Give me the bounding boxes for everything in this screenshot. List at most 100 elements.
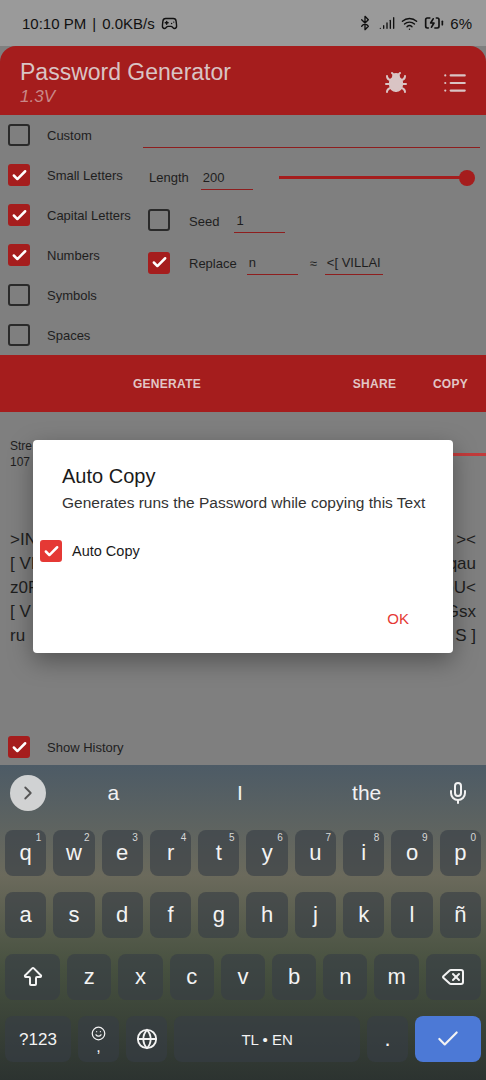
list-icon[interactable] [442,70,468,96]
key[interactable]: j [295,892,336,938]
key[interactable]: k [343,892,384,938]
key[interactable]: a [5,892,46,938]
app-title: Password Generator [20,58,231,86]
option-checkbox[interactable] [8,324,30,346]
key[interactable]: s [53,892,94,938]
option-row[interactable]: Spaces [0,315,143,355]
key-row: 1q2w3e4r5t6y7u8i9o0p [5,830,481,876]
key-hint: 9 [422,833,428,843]
show-history-row[interactable]: Show History [0,729,486,765]
option-checkbox[interactable] [8,244,30,266]
language-key[interactable] [126,1016,167,1062]
key[interactable]: h [246,892,287,938]
key[interactable]: l [391,892,432,938]
key[interactable]: d [102,892,143,938]
length-field[interactable]: 200 [201,166,253,190]
action-button[interactable]: COPY [415,355,486,412]
chevron-right-icon [17,782,39,804]
password-start: [ V [10,600,31,624]
length-label: Length [149,170,189,185]
toolbar-toggle[interactable] [10,775,46,811]
key[interactable]: 4r [150,830,191,876]
period-key[interactable]: . [367,1016,408,1062]
emoji-comma-key[interactable]: , [78,1016,119,1062]
auto-copy-checkbox[interactable] [40,540,62,562]
dialog-button[interactable]: OK [367,600,429,637]
show-history-checkbox[interactable] [8,736,30,758]
key[interactable]: z [67,954,111,1000]
space-key[interactable]: TL • EN [174,1016,359,1062]
app-bar: Password Generator1.3V [0,46,486,115]
seed-checkbox[interactable] [148,209,170,231]
mic-button[interactable] [430,781,486,805]
key[interactable]: 2w [53,830,94,876]
action-button[interactable]: SHARE [334,355,415,412]
password-start: ru [10,624,25,648]
length-slider[interactable] [279,176,467,179]
key[interactable]: 8i [343,830,384,876]
key[interactable]: b [272,954,316,1000]
option-row[interactable]: Symbols [0,275,143,315]
key[interactable]: x [118,954,162,1000]
option-checkbox[interactable] [8,204,30,226]
suggestion[interactable]: the [303,781,430,805]
key[interactable]: 3e [102,830,143,876]
replace-with-field[interactable]: <[ VILLAI [325,251,383,275]
symbols-key[interactable]: ?123 [5,1016,71,1062]
key[interactable]: ñ [440,892,481,938]
key[interactable]: m [374,954,418,1000]
slider-thumb[interactable] [459,170,475,186]
option-row[interactable]: Small Letters [0,155,143,195]
shift-key[interactable] [5,954,60,1000]
key[interactable]: 0p [440,830,481,876]
comma: , [96,1041,100,1053]
replace-checkbox[interactable] [148,252,170,274]
signal-icon [379,15,395,31]
custom-field[interactable] [143,124,480,148]
dialog-checkbox-row[interactable]: Auto Copy [40,540,429,562]
key[interactable]: 9o [391,830,432,876]
backspace-key[interactable] [426,954,481,1000]
dialog-actions: OK [62,600,429,637]
key-row: asdfghjklñ [5,892,481,938]
key[interactable]: 5t [198,830,239,876]
gamepad-icon [161,15,178,32]
replace-checkbox-wrap [148,252,170,275]
key-hint: 7 [326,833,332,843]
key[interactable]: n [323,954,367,1000]
options-form: CustomSmall LettersCapital Letters Number… [0,115,486,355]
replace-row: Replacen≈<[ VILLAI [143,242,486,284]
key[interactable]: v [221,954,265,1000]
option-checkbox[interactable] [8,124,30,146]
shift-icon [21,965,45,989]
key[interactable]: 7u [295,830,336,876]
option-checkbox[interactable] [8,164,30,186]
suggestion[interactable]: a [50,781,177,805]
action-button[interactable]: GENERATE [0,355,334,412]
seed-label: Seed [189,214,219,229]
slider-fill [279,176,467,179]
password-start: [ VI [10,552,36,576]
strength-text: Stre107 [10,438,32,470]
key[interactable]: 1q [5,830,46,876]
option-row[interactable]: Capital Letters [0,195,143,235]
separator: | [92,15,96,32]
enter-key[interactable] [415,1016,481,1062]
seed-field[interactable]: 1 [234,209,285,233]
key[interactable]: 6y [246,830,287,876]
option-row[interactable]: Numbers [0,235,143,275]
replace-find-field[interactable]: n [247,251,298,275]
option-row[interactable]: Custom [0,115,143,155]
seed-row: Seed 1 [143,200,486,242]
option-checkbox[interactable] [8,284,30,306]
suggestion[interactable]: I [177,781,304,805]
key[interactable]: g [198,892,239,938]
key[interactable]: c [170,954,214,1000]
keyboard: aIthe1q2w3e4r5t6y7u8i9o0pasdfghjklñzxcvb… [0,765,486,1080]
option-label: Numbers [47,248,100,263]
battery-icon [424,13,444,33]
key-hint: 2 [84,833,90,843]
key[interactable]: f [150,892,191,938]
backspace-icon [441,965,465,989]
bug-icon[interactable] [384,71,408,95]
